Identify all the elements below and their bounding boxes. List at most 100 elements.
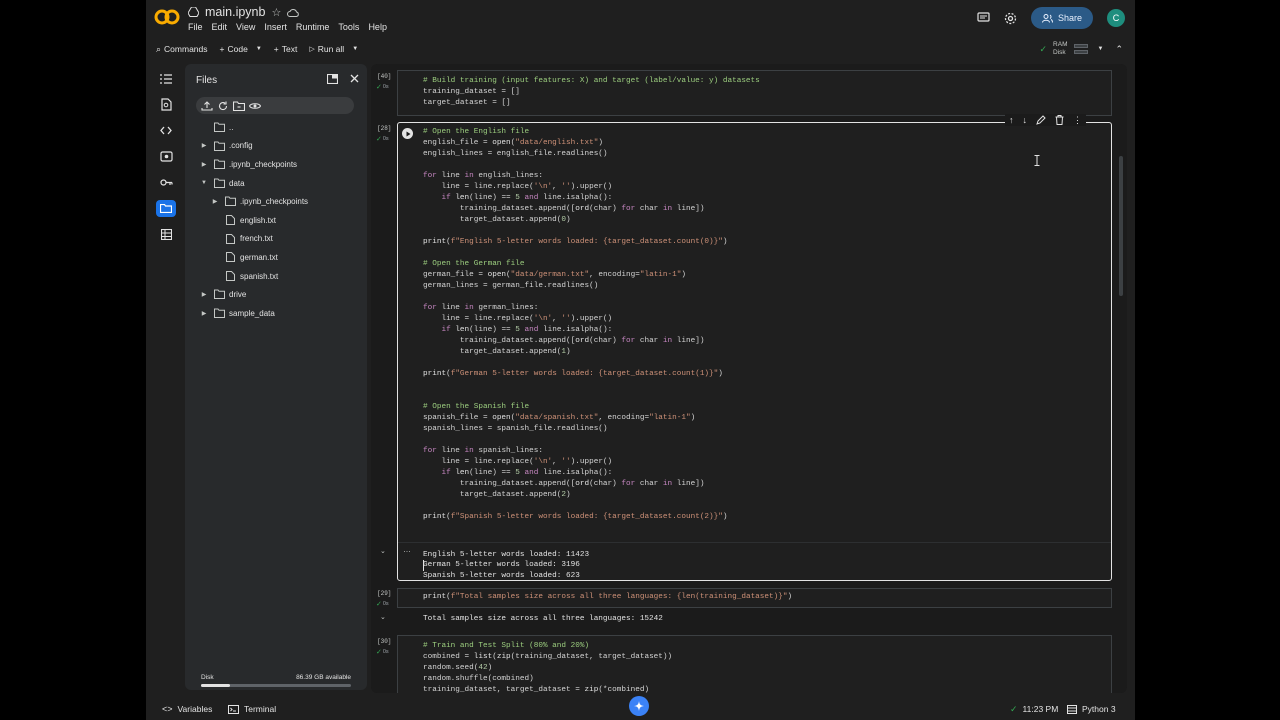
tree-item-label: drive [229, 290, 247, 300]
menu-help[interactable]: Help [368, 22, 387, 32]
collapse-output-chevron-icon[interactable]: ⌄ [380, 547, 386, 555]
menu-runtime[interactable]: Runtime [296, 22, 330, 32]
dropdown-arrow-icon[interactable]: ▼ [256, 46, 262, 52]
settings-gear-icon[interactable] [1004, 12, 1017, 25]
open-in-tab-icon[interactable] [327, 74, 338, 84]
mount-drive-folder-icon[interactable] [233, 100, 245, 111]
runtime-grid-icon [1067, 704, 1077, 714]
menu-insert[interactable]: Insert [264, 22, 287, 32]
sparkle-icon [634, 701, 644, 711]
play-icon: ▷ [309, 46, 315, 53]
folder-item[interactable]: ▶ .ipynb_checkpoints [185, 155, 367, 174]
folder-item[interactable]: ▼ data [185, 174, 367, 193]
code-lines[interactable]: # Build training (input features: X) and… [423, 76, 760, 109]
file-item[interactable]: english.txt [185, 211, 367, 230]
show-hidden-eye-icon[interactable] [249, 101, 261, 111]
notebook-area[interactable]: [40] ✓ 0s # Build training (input feature… [371, 64, 1127, 693]
data-table-icon[interactable] [156, 226, 176, 243]
cell-output: Total samples size across all three lang… [423, 615, 663, 623]
expand-caret-icon[interactable]: ▶ [200, 291, 208, 298]
find-replace-icon[interactable] [156, 96, 176, 113]
notebook-title[interactable]: main.ipynb [205, 5, 265, 19]
code-lines[interactable]: print(f"Total samples size across all th… [423, 592, 792, 603]
menu-file[interactable]: File [188, 22, 203, 32]
file-tree: .. ▶ .config ▶ .ipynb_checkpoints ▼ data ▶ .ipyn… [185, 118, 367, 323]
move-down-icon[interactable]: ↓ [1023, 115, 1028, 125]
secrets-key-icon[interactable] [156, 174, 176, 191]
code-cell-28[interactable]: [28] ✓ 0s ↑ ↓ ⋮ # Open the English file e… [371, 114, 1112, 582]
menu-edit[interactable]: Edit [212, 22, 228, 32]
colab-logo[interactable] [154, 8, 180, 26]
folder-item[interactable]: .. [185, 118, 367, 137]
refresh-icon[interactable] [217, 101, 229, 111]
commands-label: Commands [164, 44, 208, 54]
more-options-icon[interactable]: ⋮ [1073, 115, 1082, 126]
folder-item[interactable]: ▶ .config [185, 137, 367, 156]
add-code-button[interactable]: + Code ▼ [220, 44, 262, 54]
add-text-button[interactable]: + Text [274, 44, 298, 54]
tree-item-label: french.txt [240, 234, 273, 244]
resource-monitor[interactable]: ✓ RAM Disk ▼ ⌃ [1040, 38, 1124, 60]
output-divider [398, 542, 1111, 543]
commands-button[interactable]: ⌕ Commands [156, 44, 208, 55]
expand-caret-open-icon[interactable]: ▼ [200, 180, 208, 186]
code-lines[interactable]: # Train and Test Split (80% and 20%) com… [423, 641, 672, 693]
edit-pen-icon[interactable] [1036, 115, 1046, 125]
cloud-icon [287, 8, 300, 17]
cell-actions-toolbar: ↑ ↓ ⋮ [1005, 114, 1086, 126]
collapse-chevron-icon[interactable]: ⌃ [1115, 44, 1123, 55]
menu-tools[interactable]: Tools [338, 22, 359, 32]
star-icon[interactable]: ☆ [271, 6, 281, 19]
code-cell-40[interactable]: [40] ✓ 0s # Build training (input feature… [371, 70, 1112, 116]
variables-inspector-icon[interactable] [156, 148, 176, 165]
execution-time-status[interactable]: ✓ 11:23 PM [1010, 704, 1058, 715]
menu-view[interactable]: View [236, 22, 255, 32]
execution-count: [29] [377, 590, 392, 597]
expand-caret-icon[interactable]: ▶ [200, 310, 208, 317]
avatar[interactable]: C [1107, 9, 1125, 27]
variables-button[interactable]: <> Variables [162, 704, 212, 714]
tree-item-label: .. [229, 122, 234, 132]
dropdown-arrow-icon[interactable]: ▼ [1098, 46, 1104, 52]
folder-icon [214, 159, 225, 170]
notebook-scrollbar[interactable] [1119, 156, 1123, 296]
delete-trash-icon[interactable] [1055, 115, 1064, 125]
file-item[interactable]: german.txt [185, 248, 367, 267]
folder-item[interactable]: ▶ drive [185, 285, 367, 304]
folder-icon [214, 308, 225, 318]
runtime-type[interactable]: Python 3 [1067, 704, 1116, 714]
file-item[interactable]: french.txt [185, 230, 367, 249]
run-all-button[interactable]: ▷ Run all ▼ [309, 44, 358, 54]
disk-bar [1073, 50, 1088, 54]
file-item[interactable]: spanish.txt [185, 267, 367, 286]
code-snippets-icon[interactable] [156, 122, 176, 139]
collapse-output-chevron-icon[interactable]: ⌄ [380, 613, 386, 621]
output-actions-icon[interactable]: … [403, 545, 411, 554]
notebook-toolbar: ⌕ Commands + Code ▼ + Text ▷ Run all ▼ [146, 38, 1135, 60]
expand-caret-icon[interactable]: ▶ [200, 161, 208, 168]
expand-caret-icon[interactable]: ▶ [200, 142, 208, 149]
code-lines[interactable]: # Open the English file english_file = o… [423, 127, 728, 523]
expand-caret-icon[interactable]: ▶ [211, 198, 219, 205]
share-button[interactable]: Share [1030, 7, 1093, 29]
share-label: Share [1057, 13, 1082, 23]
comments-icon[interactable] [977, 12, 990, 24]
upload-icon[interactable] [201, 100, 213, 111]
success-check-icon: ✓ [376, 84, 382, 91]
code-cell-29[interactable]: [29] ✓ 0s print(f"Total samples size acro… [371, 588, 1112, 630]
run-all-label: Run all [317, 44, 345, 54]
move-up-icon[interactable]: ↑ [1009, 115, 1014, 125]
files-folder-icon[interactable] [156, 200, 176, 217]
file-icon [226, 270, 235, 281]
toc-icon[interactable] [156, 70, 176, 87]
terminal-button[interactable]: Terminal [228, 704, 276, 714]
add-text-label: Text [281, 44, 298, 54]
search-icon: ⌕ [156, 43, 162, 54]
close-icon[interactable] [350, 74, 359, 83]
folder-item[interactable]: ▶ sample_data [185, 304, 367, 323]
code-cell-30[interactable]: [30] ✓ 0s # Train and Test Split (80% and… [371, 635, 1112, 693]
run-cell-button[interactable] [402, 128, 413, 139]
gemini-sparkle-button[interactable] [629, 696, 649, 716]
folder-item[interactable]: ▶ .ipynb_checkpoints [185, 192, 367, 211]
dropdown-arrow-icon[interactable]: ▼ [352, 46, 358, 52]
